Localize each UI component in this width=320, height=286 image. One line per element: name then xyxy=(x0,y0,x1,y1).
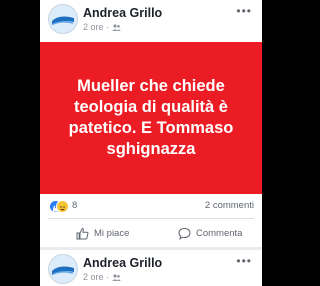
next-author-name[interactable]: Andrea Grillo xyxy=(83,256,162,270)
feed-panel: Andrea Grillo 2 ore · ••• Mueller che ch… xyxy=(40,0,262,286)
comment-label: Commenta xyxy=(196,227,243,239)
comment-icon xyxy=(178,227,191,240)
author-avatar[interactable] xyxy=(48,4,78,34)
separator-dot: · xyxy=(106,22,110,32)
next-post-meta: 2 ore · xyxy=(83,272,121,282)
post-text: Mueller che chiede teologia di qualità è… xyxy=(68,77,234,158)
next-post-header: Andrea Grillo 2 ore · ••• xyxy=(40,250,262,286)
avatar-logo-icon xyxy=(49,5,77,33)
post-meta: 2 ore · xyxy=(83,22,121,32)
like-button[interactable]: Mi piace xyxy=(76,224,129,242)
haha-reaction-icon[interactable] xyxy=(56,200,69,213)
laugh-face-icon xyxy=(60,206,65,211)
comments-count[interactable]: 2 commenti xyxy=(205,200,254,211)
reactions-count[interactable]: 8 xyxy=(72,200,77,211)
post-stats: 8 2 commenti xyxy=(40,196,262,216)
next-post-card: Andrea Grillo 2 ore · ••• xyxy=(40,250,262,286)
separator-dot: · xyxy=(106,272,110,282)
friends-icon xyxy=(111,24,121,31)
more-icon[interactable]: ••• xyxy=(236,4,252,18)
like-label: Mi piace xyxy=(94,227,130,239)
post-card: Andrea Grillo 2 ore · ••• Mueller che ch… xyxy=(40,0,262,247)
next-more-icon[interactable]: ••• xyxy=(236,254,252,268)
post-actions: Mi piace Commenta xyxy=(40,220,262,246)
post-time[interactable]: 2 ore xyxy=(83,22,104,32)
next-author-avatar[interactable] xyxy=(48,254,78,284)
comment-button[interactable]: Commenta xyxy=(178,224,242,242)
author-name[interactable]: Andrea Grillo xyxy=(83,6,162,20)
post-colored-background: Mueller che chiede teologia di qualità è… xyxy=(40,42,262,194)
avatar-logo-icon xyxy=(49,255,77,283)
like-icon xyxy=(76,227,89,239)
post-header: Andrea Grillo 2 ore · ••• xyxy=(40,0,262,42)
divider xyxy=(48,218,254,219)
friends-icon xyxy=(111,274,121,281)
next-post-time[interactable]: 2 ore xyxy=(83,272,104,282)
